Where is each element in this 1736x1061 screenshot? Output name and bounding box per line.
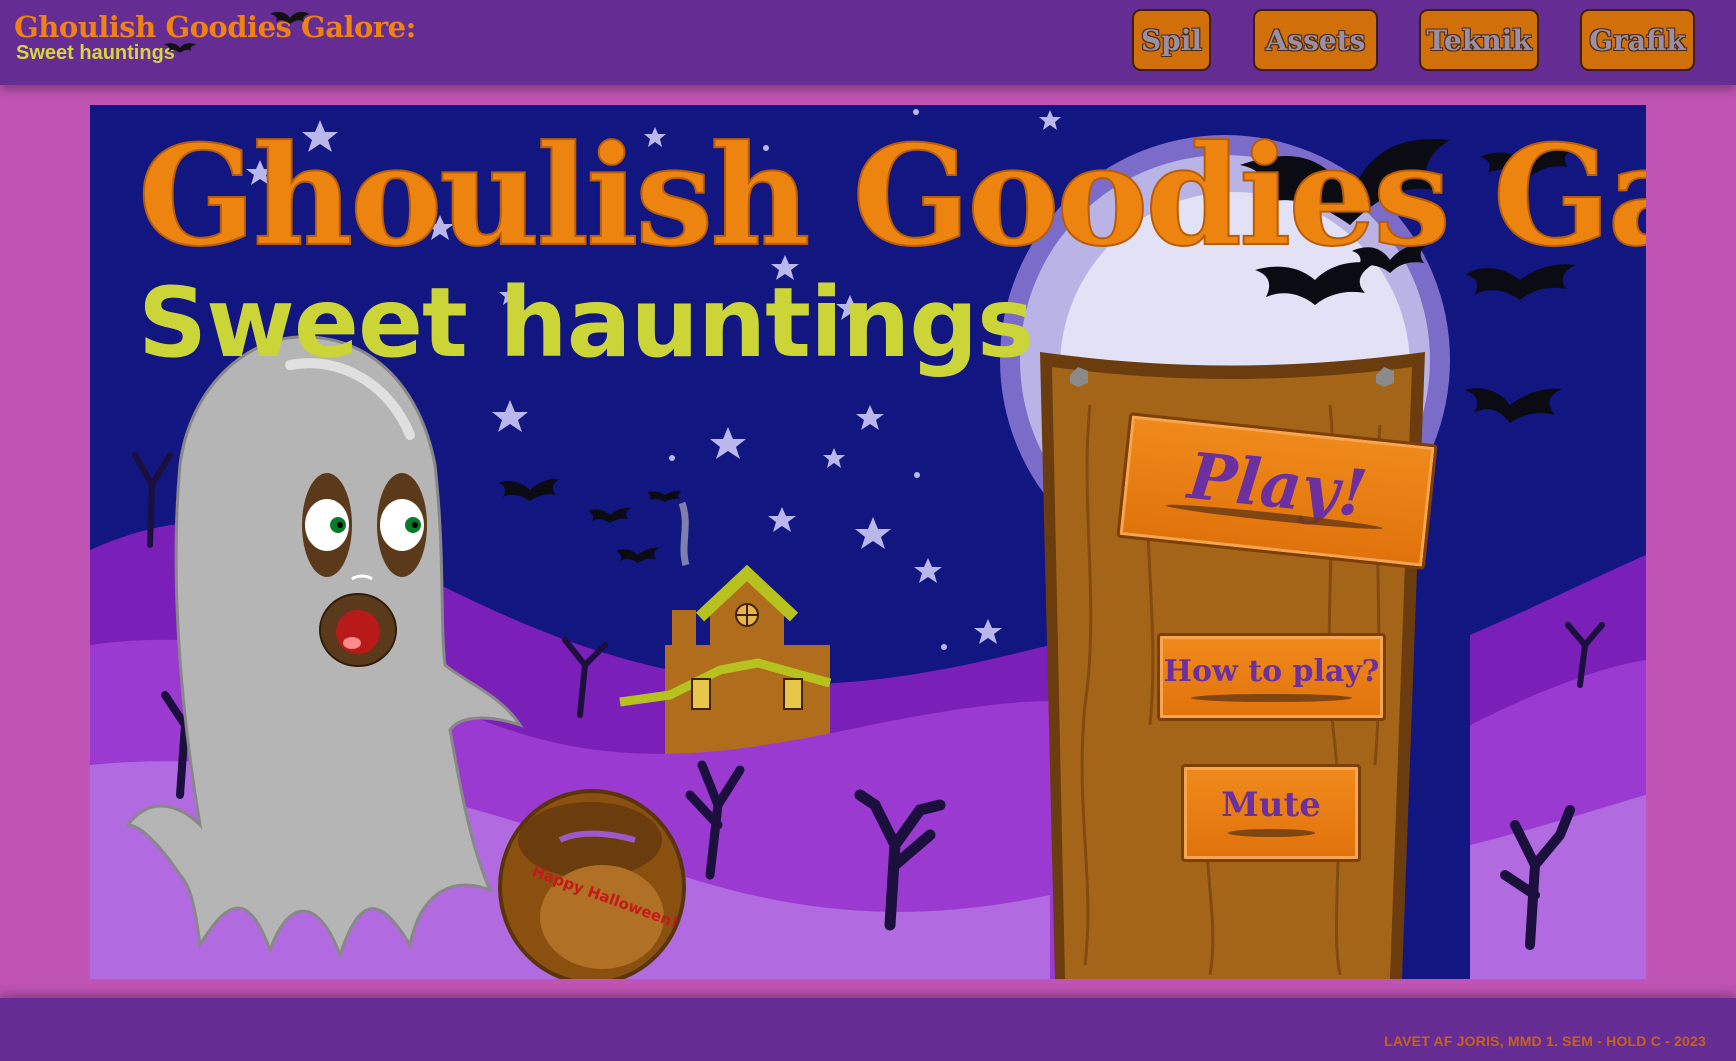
nav-teknik-button[interactable]: Teknik	[1419, 9, 1539, 71]
site-logo[interactable]: Ghoulish Goodies Galore: Sweet hauntings	[14, 10, 416, 65]
logo-title: Ghoulish Goodies Galore:	[14, 10, 416, 44]
mute-button[interactable]: Mute	[1181, 764, 1361, 862]
bat-icon	[164, 43, 196, 53]
nav-grafik-button[interactable]: Grafik	[1580, 9, 1695, 71]
decoration-smear	[1191, 694, 1352, 702]
game-canvas[interactable]: Ghoulish Goodies Galore: Sweet hauntings…	[90, 105, 1646, 979]
how-to-play-label: How to play?	[1163, 653, 1380, 689]
how-to-play-button[interactable]: How to play?	[1157, 633, 1386, 721]
decoration-smear	[1227, 829, 1315, 837]
logo-subtitle: Sweet hauntings	[16, 42, 175, 64]
nav-assets-button[interactable]: Assets	[1253, 9, 1378, 71]
mute-button-label: Mute	[1221, 785, 1321, 825]
top-nav-bar: Ghoulish Goodies Galore: Sweet hauntings…	[0, 0, 1736, 85]
footer-credit: Lavet af Joris, MMD 1. sem - Hold C - 20…	[1384, 1033, 1706, 1049]
game-subtitle: Sweet hauntings	[138, 267, 1034, 379]
footer-bar: Lavet af Joris, MMD 1. sem - Hold C - 20…	[0, 998, 1736, 1061]
bat-icon	[270, 11, 310, 24]
game-title: Ghoulish Goodies Galore:	[137, 114, 1646, 277]
nav-spil-button[interactable]: Spil	[1132, 9, 1211, 71]
